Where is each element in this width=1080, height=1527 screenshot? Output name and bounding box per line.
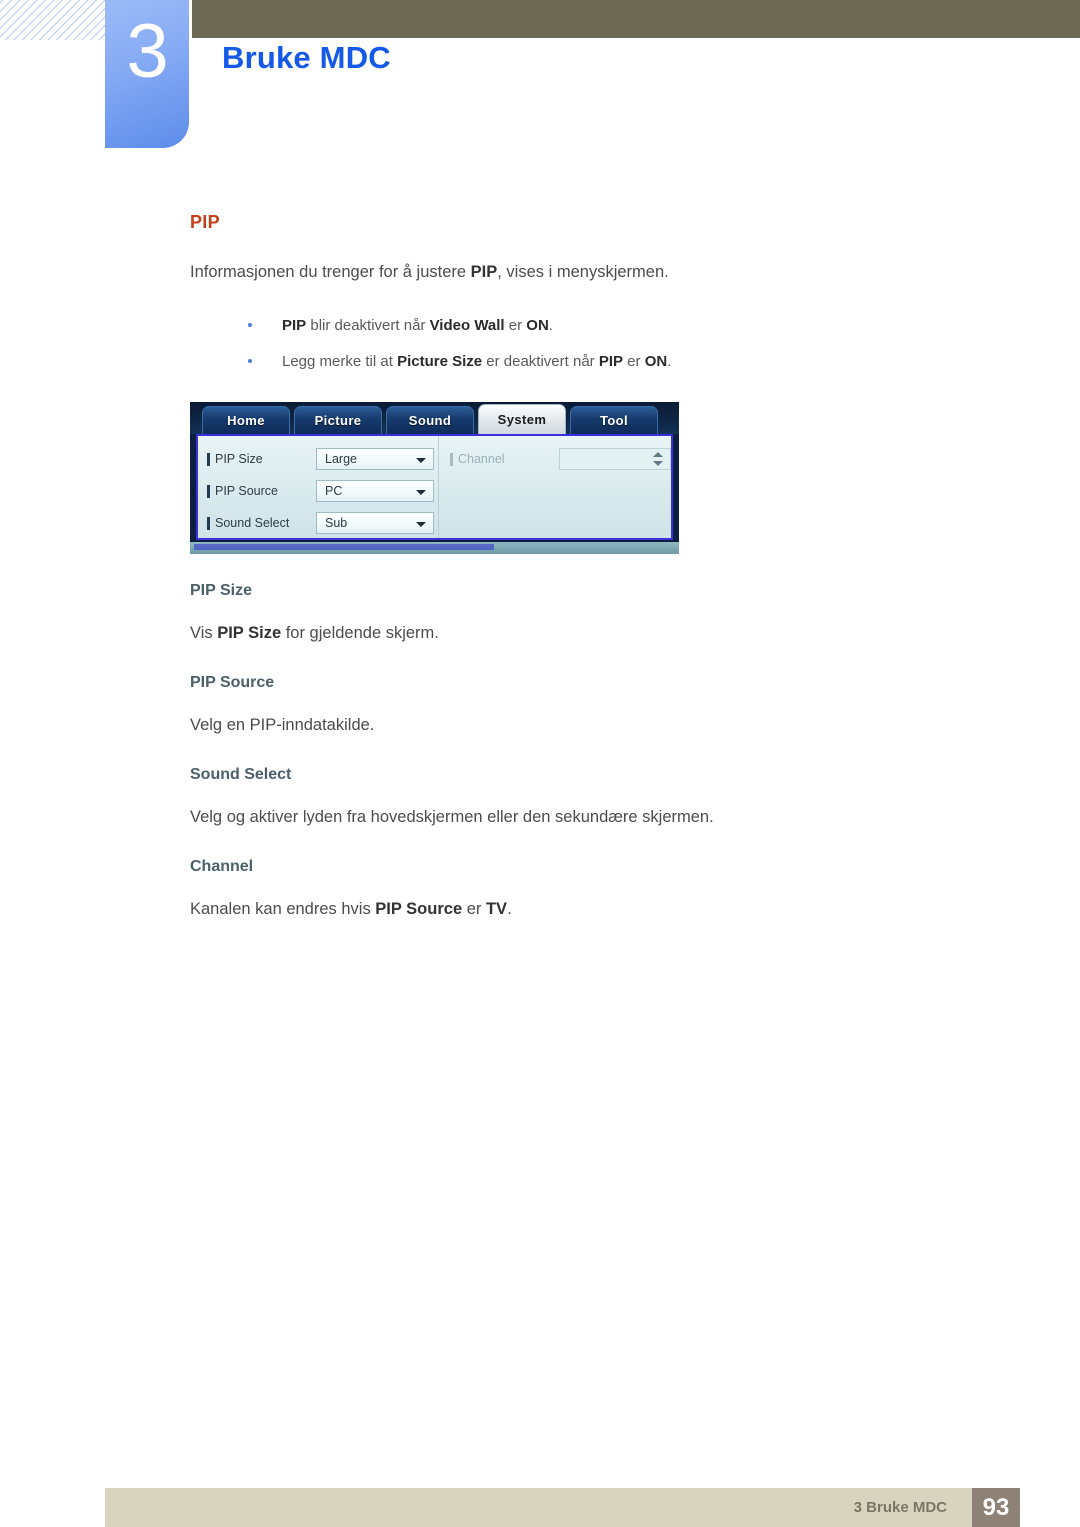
- note-block: PIP blir deaktivert når Video Wall er ON…: [190, 315, 1020, 442]
- mdc-bottom-strip-highlight: [194, 543, 494, 550]
- subsection-body: Vis PIP Size for gjeldende skjerm.: [190, 622, 1020, 646]
- mdc-select-pip-source-value: PC: [325, 484, 343, 499]
- mdc-label-pip-size: PIP Size: [206, 452, 316, 467]
- mdc-bottom-strip: [190, 541, 679, 554]
- spinner-up-icon[interactable]: [653, 452, 663, 458]
- mdc-tab-picture[interactable]: Picture: [294, 405, 382, 434]
- mdc-tab-bar: Home Picture Sound System Tool: [190, 401, 679, 434]
- mdc-label-pip-source: PIP Source: [206, 484, 316, 499]
- mdc-select-pip-size-value: Large: [325, 452, 357, 467]
- sub3-text-1: Kanalen kan endres hvis: [190, 899, 376, 918]
- note2-text-7: .: [667, 352, 672, 370]
- mdc-label-sound-select: Sound Select: [206, 516, 316, 531]
- subsection-body: Kanalen kan endres hvis PIP Source er TV…: [190, 898, 1020, 922]
- sub3-text-5: .: [507, 899, 512, 918]
- mdc-tab-tool[interactable]: Tool: [570, 405, 658, 434]
- chapter-number: 3: [126, 9, 168, 94]
- corner-hatch-decoration: [0, 0, 108, 40]
- section-title: PIP: [190, 212, 220, 232]
- mdc-label-channel: Channel: [449, 452, 559, 467]
- sub3-text-3: er: [462, 899, 486, 918]
- subsection-title: PIP Source: [190, 673, 275, 691]
- note1-text-2: blir deaktivert når: [306, 316, 430, 334]
- sub0-text-3: for gjeldende skjerm.: [281, 623, 439, 642]
- footer-chapter-label: 3 Bruke MDC: [853, 1499, 947, 1516]
- intro-text-bold: PIP: [470, 263, 498, 281]
- note1-text-4: er: [504, 316, 527, 334]
- subsection-pip-source: PIP Source Velg en PIP-inndatakilde.: [190, 674, 1020, 738]
- chevron-down-icon: [416, 458, 426, 464]
- note-list: PIP blir deaktivert når Video Wall er ON…: [190, 315, 1020, 372]
- note1-bold-videowall: Video Wall: [429, 316, 505, 334]
- note2-text-5: er: [623, 352, 645, 370]
- mdc-tab-system[interactable]: System: [478, 403, 566, 434]
- subsection-title: PIP Size: [190, 581, 252, 599]
- note2-text-3: er deaktivert når: [482, 352, 599, 370]
- mdc-screenshot-figure: Home Picture Sound System Tool PIP Size …: [190, 401, 679, 554]
- section-intro-paragraph: Informasjonen du trenger for å justere P…: [190, 261, 1020, 285]
- chapter-number-tab: 3: [105, 0, 189, 148]
- mdc-system-panel: PIP Size Large PIP Source PC Sound Selec…: [196, 433, 673, 540]
- mdc-field-sound-select: Sound Select Sub: [206, 510, 438, 537]
- note-list-item: PIP blir deaktivert når Video Wall er ON…: [248, 315, 1020, 336]
- page-footer: 3 Bruke MDC 93: [0, 1470, 1080, 1527]
- mdc-select-sound-select[interactable]: Sub: [316, 512, 434, 535]
- mdc-tab-home[interactable]: Home: [202, 405, 290, 434]
- sub2-text-1: Velg og aktiver lyden fra hovedskjermen …: [190, 807, 714, 826]
- mdc-panel-left-column: PIP Size Large PIP Source PC Sound Selec…: [198, 435, 439, 538]
- mdc-field-channel: Channel: [449, 446, 671, 473]
- note2-bold-picturesize: Picture Size: [397, 352, 483, 370]
- subsection-channel: Channel Kanalen kan endres hvis PIP Sour…: [190, 858, 1020, 922]
- note2-bold-pip: PIP: [598, 352, 624, 370]
- sub1-text-1: Velg en PIP-inndatakilde.: [190, 715, 375, 734]
- chevron-down-icon: [416, 490, 426, 496]
- note2-text-1: Legg merke til at: [282, 352, 398, 370]
- chevron-down-icon: [416, 522, 426, 528]
- main-content: PIP Informasjonen du trenger for å juste…: [190, 212, 1020, 922]
- intro-text-before: Informasjonen du trenger for å justere: [190, 263, 471, 281]
- mdc-panel-right-column: Channel: [439, 436, 671, 538]
- subsection-body: Velg og aktiver lyden fra hovedskjermen …: [190, 806, 1020, 830]
- subsection-body: Velg en PIP-inndatakilde.: [190, 714, 1020, 738]
- mdc-select-sound-select-value: Sub: [325, 516, 348, 531]
- sub3-bold-2: PIP Source: [375, 899, 463, 918]
- intro-text-after: , vises i menyskjermen.: [497, 263, 669, 281]
- note1-bold-on: ON: [526, 316, 549, 334]
- subsection-pip-size: PIP Size Vis PIP Size for gjeldende skje…: [190, 582, 1020, 646]
- subsection-title: Channel: [190, 857, 254, 875]
- sub3-bold-4: TV: [485, 899, 508, 918]
- sub0-bold-2: PIP Size: [217, 623, 282, 642]
- header-olive-bar: [192, 0, 1080, 38]
- page-title: Bruke MDC: [222, 40, 391, 75]
- page-header: 3 Bruke MDC: [0, 0, 1080, 160]
- mdc-field-pip-source: PIP Source PC: [206, 478, 438, 505]
- note1-bold-pip: PIP: [282, 316, 307, 334]
- mdc-spinner-channel[interactable]: [559, 448, 671, 471]
- note2-bold-on: ON: [644, 352, 668, 370]
- mdc-tab-sound[interactable]: Sound: [386, 405, 474, 434]
- note1-text-6: .: [548, 316, 553, 334]
- footer-page-number: 93: [972, 1488, 1020, 1527]
- mdc-field-pip-size: PIP Size Large: [206, 446, 438, 473]
- note-list-item: Legg merke til at Picture Size er deakti…: [248, 351, 1020, 372]
- subsection-sound-select: Sound Select Velg og aktiver lyden fra h…: [190, 766, 1020, 830]
- spinner-down-icon[interactable]: [653, 461, 663, 467]
- mdc-select-pip-source[interactable]: PC: [316, 480, 434, 503]
- subsection-title: Sound Select: [190, 765, 292, 783]
- mdc-select-pip-size[interactable]: Large: [316, 448, 434, 471]
- sub0-text-1: Vis: [190, 623, 218, 642]
